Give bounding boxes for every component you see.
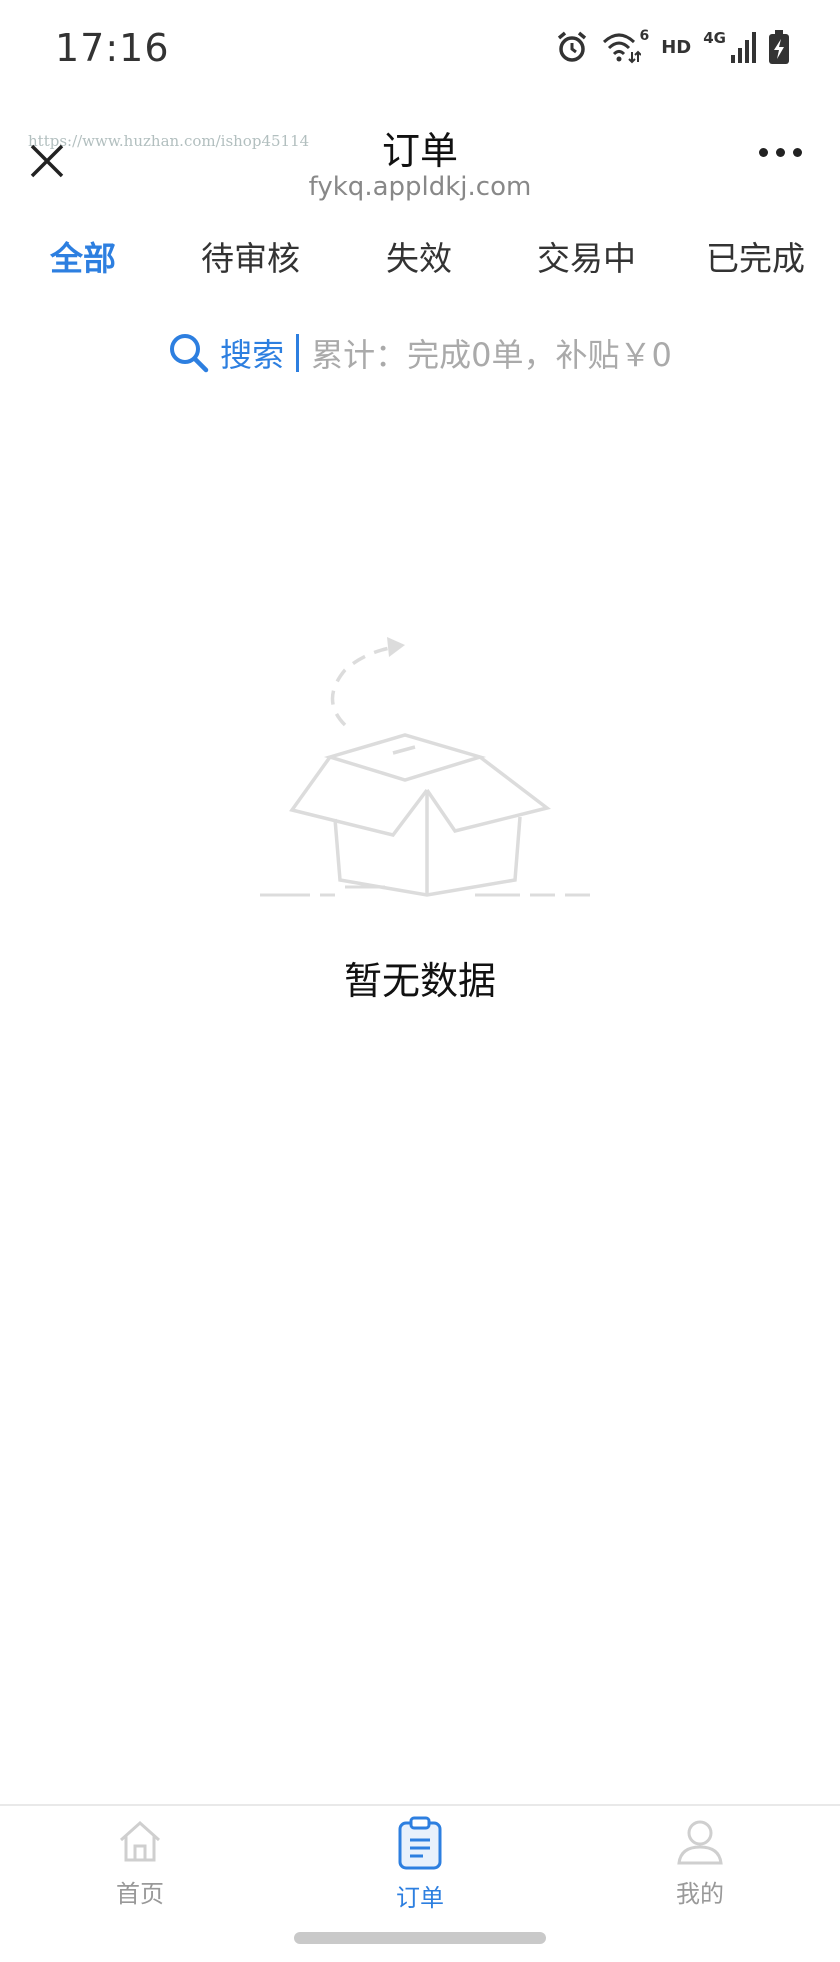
search-divider	[296, 334, 300, 372]
search-button[interactable]: 搜索	[220, 330, 284, 376]
clipboard-icon	[398, 1816, 442, 1870]
more-menu-button[interactable]	[759, 148, 802, 157]
signal-icon	[731, 32, 756, 63]
nav-label-home: 首页	[116, 1880, 164, 1908]
empty-state-message: 暂无数据	[343, 959, 496, 1003]
search-icon[interactable]	[168, 332, 210, 374]
nav-item-profile[interactable]: 我的	[620, 1816, 780, 1909]
tab-invalid[interactable]: 失效	[386, 232, 452, 280]
network-label: 4G	[703, 29, 726, 47]
wifi-badge: 6	[639, 28, 650, 44]
home-icon	[119, 1820, 161, 1862]
page-title: 订单	[381, 129, 458, 173]
home-indicator-bar[interactable]	[294, 1932, 546, 1944]
tab-in-transaction[interactable]: 交易中	[537, 232, 636, 280]
more-dot-icon	[776, 148, 785, 157]
order-status-tabs: 全部 待审核 失效 交易中 已完成	[0, 232, 840, 300]
nav-item-orders[interactable]: 订单	[340, 1816, 500, 1913]
tab-all[interactable]: 全部	[50, 232, 116, 280]
page-domain: fykq.appldkj.com	[308, 172, 532, 202]
status-icons: 6 HD 4G	[555, 28, 790, 64]
nav-label-profile: 我的	[676, 1880, 724, 1908]
totals-summary: 累计：完成0单，补贴￥0	[311, 336, 672, 374]
hd-label: HD	[661, 36, 692, 58]
status-bar: 17:16 6 HD 4G	[0, 0, 840, 100]
nav-label-orders: 订单	[396, 1884, 444, 1912]
search-row: 搜索 累计：完成0单，补贴￥0	[0, 330, 840, 376]
more-dot-icon	[759, 148, 768, 157]
battery-charging-icon	[769, 30, 789, 64]
status-time: 17:16	[55, 26, 170, 70]
tab-pending-review[interactable]: 待审核	[201, 232, 300, 280]
empty-box-illustration	[260, 637, 590, 897]
header-bar: https://www.huzhan.com/ishop45114 订单 fyk…	[0, 100, 840, 215]
user-icon	[677, 1820, 723, 1865]
alarm-icon	[558, 31, 587, 62]
tab-completed[interactable]: 已完成	[706, 232, 805, 280]
wifi-icon	[603, 33, 642, 64]
more-dot-icon	[793, 148, 802, 157]
nav-item-home[interactable]: 首页	[60, 1816, 220, 1909]
